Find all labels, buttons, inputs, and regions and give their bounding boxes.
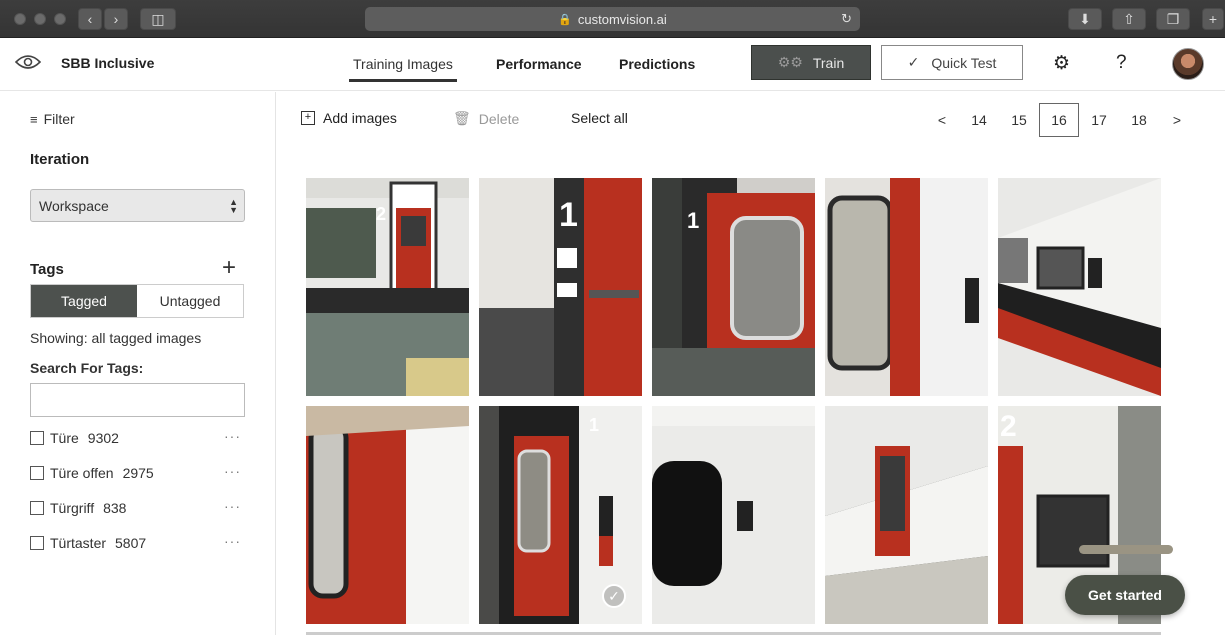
pager-prev[interactable]: < (922, 103, 962, 137)
image-thumbnail[interactable] (825, 406, 988, 624)
pager-page[interactable]: 15 (999, 103, 1039, 137)
reload-icon[interactable]: ↻ (841, 11, 852, 27)
tag-name: Türtaster (50, 535, 107, 551)
selected-checkmark-icon[interactable]: ✓ (602, 584, 626, 608)
filter-label: Filter (43, 111, 75, 127)
svg-text:1: 1 (559, 196, 578, 234)
image-thumbnail[interactable] (652, 406, 815, 624)
showing-text: Showing: all tagged images (30, 330, 202, 346)
tag-more-icon[interactable]: ··· (224, 428, 241, 444)
image-thumbnail[interactable]: 1 (479, 178, 642, 396)
svg-text:1: 1 (589, 415, 599, 435)
app-header: SBB Inclusive Training Images Performanc… (0, 38, 1225, 91)
minimize-window-button[interactable] (34, 13, 46, 25)
tag-checkbox[interactable] (30, 501, 44, 515)
train-button[interactable]: ⚙⚙ Train (751, 45, 871, 80)
train-label: Train (812, 54, 845, 71)
new-tab-icon[interactable]: + (1202, 8, 1224, 30)
close-window-button[interactable] (14, 13, 26, 25)
chevron-updown-icon: ▲ ▼ (229, 197, 238, 215)
pager-page-current[interactable]: 16 (1039, 103, 1079, 137)
image-thumbnail[interactable] (998, 178, 1161, 396)
checkmark-icon: ✓ (907, 54, 920, 70)
settings-gear-icon[interactable]: ⚙ (1053, 52, 1070, 75)
add-image-icon: + (301, 111, 315, 125)
iteration-select[interactable]: Workspace ▲ ▼ (30, 189, 245, 222)
pager-next[interactable]: > (1157, 103, 1197, 137)
untagged-tab[interactable]: Untagged (137, 285, 243, 317)
delete-label: Delete (478, 110, 520, 127)
add-tag-icon[interactable]: + (222, 256, 236, 280)
tag-item[interactable]: Türtaster 5807 ··· (30, 533, 245, 553)
tag-name: Türe offen (50, 465, 114, 481)
tag-item[interactable]: Türgriff 838 ··· (30, 498, 245, 518)
get-started-progress (1079, 545, 1173, 554)
address-bar[interactable]: 🔒 customvision.ai ↻ (365, 7, 860, 31)
tag-more-icon[interactable]: ··· (224, 533, 241, 549)
tag-more-icon[interactable]: ··· (224, 463, 241, 479)
iteration-selected-value: Workspace (39, 198, 109, 214)
tag-count: 9302 (87, 430, 119, 446)
sidebar: ≡ Filter Iteration Workspace ▲ ▼ Tags + T… (0, 92, 276, 635)
share-icon[interactable]: ⇧ (1112, 8, 1146, 30)
tag-name: Türgriff (50, 500, 95, 516)
image-thumbnail[interactable]: 1 (652, 178, 815, 396)
iteration-title: Iteration (30, 151, 90, 168)
project-name: SBB Inclusive (61, 55, 155, 71)
filter-button[interactable]: ≡ Filter (30, 111, 75, 127)
pager-page[interactable]: 17 (1079, 103, 1119, 137)
sliders-icon: ≡ (30, 111, 38, 127)
gears-icon: ⚙⚙ (777, 54, 803, 70)
tag-count: 838 (103, 500, 127, 516)
svg-text:2: 2 (376, 204, 386, 224)
quick-test-label: Quick Test (931, 54, 997, 71)
back-icon[interactable]: ‹ (78, 8, 102, 30)
tab-performance[interactable]: Performance (496, 56, 582, 72)
sidebar-toggle-icon[interactable]: ◫ (140, 8, 176, 30)
help-button[interactable]: ? (1116, 52, 1127, 74)
add-images-label: Add images (323, 110, 397, 126)
delete-button[interactable]: 🗑 Delete (453, 110, 519, 127)
tagged-toggle: Tagged Untagged (30, 284, 244, 318)
trash-icon: 🗑 (453, 110, 471, 126)
image-thumbnail[interactable] (306, 406, 469, 624)
quick-test-button[interactable]: ✓ Quick Test (881, 45, 1023, 80)
svg-text:2: 2 (1000, 410, 1017, 443)
tab-predictions[interactable]: Predictions (619, 56, 695, 72)
add-images-button[interactable]: + Add images (301, 110, 397, 126)
tag-name: Türe (50, 430, 79, 446)
zoom-window-button[interactable] (54, 13, 66, 25)
svg-text:1: 1 (687, 208, 699, 233)
image-toolbar: + Add images 🗑 Delete Select all < 14 15… (277, 92, 1225, 152)
eye-logo-icon[interactable] (15, 52, 41, 72)
tag-checkbox[interactable] (30, 431, 44, 445)
tag-item[interactable]: Türe offen 2975 ··· (30, 463, 245, 483)
avatar[interactable] (1172, 48, 1204, 80)
tagged-tab[interactable]: Tagged (31, 285, 137, 317)
search-tags-input[interactable] (30, 383, 245, 417)
search-tags-label: Search For Tags: (30, 360, 144, 376)
forward-icon[interactable]: › (104, 8, 128, 30)
url-text: customvision.ai (577, 11, 667, 27)
image-thumbnail[interactable]: 2 (306, 178, 469, 396)
tag-more-icon[interactable]: ··· (224, 498, 241, 514)
image-thumbnail[interactable] (825, 178, 988, 396)
select-all-button[interactable]: Select all (571, 110, 628, 126)
tag-count: 2975 (122, 465, 154, 481)
lock-icon: 🔒 (558, 13, 572, 26)
browser-toolbar: ‹ › ◫ 🔒 customvision.ai ↻ ⬇ ⇧ ❐ + (0, 0, 1225, 38)
tag-checkbox[interactable] (30, 466, 44, 480)
tab-training-images[interactable]: Training Images (349, 56, 457, 82)
pager-page[interactable]: 14 (959, 103, 999, 137)
tag-item[interactable]: Türe 9302 ··· (30, 428, 245, 448)
get-started-button[interactable]: Get started (1065, 575, 1185, 615)
tag-checkbox[interactable] (30, 536, 44, 550)
tags-title: Tags (30, 261, 64, 278)
tag-count: 5807 (115, 535, 147, 551)
downloads-icon[interactable]: ⬇ (1068, 8, 1102, 30)
pager-page[interactable]: 18 (1119, 103, 1159, 137)
tabs-overview-icon[interactable]: ❐ (1156, 8, 1190, 30)
